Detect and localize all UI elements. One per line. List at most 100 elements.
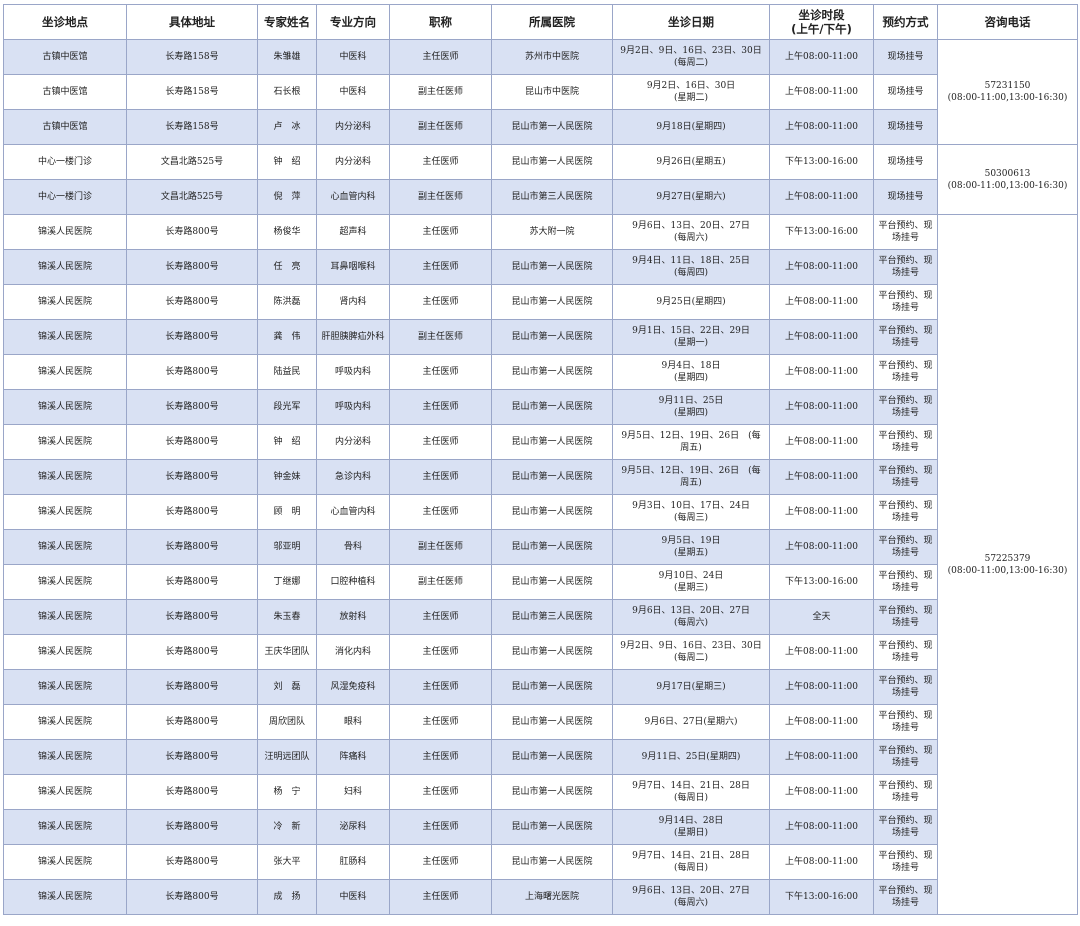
cell-location: 锦溪人民医院 xyxy=(3,809,127,845)
cell-date: 9月5日、12日、19日、26日 (每 周五) xyxy=(612,459,770,495)
cell-booking: 平台预约、现 场挂号 xyxy=(873,389,938,425)
cell-location: 锦溪人民医院 xyxy=(3,284,127,320)
table-row: 锦溪人民医院 长寿路800号 周欣团队 眼科 主任医师 昆山市第一人民医院 9月6日、27日… xyxy=(3,704,1078,740)
table-row: 锦溪人民医院 长寿路800号 王庆华团队 消化内科 主任医师 昆山市第一人民医院 9月2日、… xyxy=(3,634,1078,670)
cell-title: 主任医师 xyxy=(389,144,492,180)
cell-specialty: 耳鼻咽喉科 xyxy=(316,249,390,285)
cell-date: 9月6日、13日、20日、27日 (每周六) xyxy=(612,599,770,635)
cell-booking: 平台预约、现 场挂号 xyxy=(873,634,938,670)
cell-location: 锦溪人民医院 xyxy=(3,389,127,425)
cell-time-slot: 下午13:00-16:00 xyxy=(769,879,874,915)
cell-title: 主任医师 xyxy=(389,214,492,250)
cell-location: 中心一楼门诊 xyxy=(3,179,127,215)
header-hospital: 所属医院 xyxy=(491,4,613,40)
cell-time-slot: 上午08:00-11:00 xyxy=(769,704,874,740)
table-row: 锦溪人民医院 长寿路800号 杨俊华 超声科 主任医师 苏大附一院 9月6日、13日、20日… xyxy=(3,214,1078,915)
cell-date: 9月10日、24日 (星期三) xyxy=(612,564,770,600)
cell-booking: 现场挂号 xyxy=(873,39,938,75)
cell-specialty: 骨科 xyxy=(316,529,390,565)
cell-specialty: 心血管内科 xyxy=(316,179,390,215)
cell-hospital: 昆山市第一人民医院 xyxy=(491,634,613,670)
cell-time-slot: 上午08:00-11:00 xyxy=(769,284,874,320)
cell-address: 长寿路800号 xyxy=(126,739,258,775)
cell-time-slot: 上午08:00-11:00 xyxy=(769,389,874,425)
cell-date: 9月25日(星期四) xyxy=(612,284,770,320)
cell-time-slot: 上午08:00-11:00 xyxy=(769,809,874,845)
cell-time-slot: 下午13:00-16:00 xyxy=(769,144,874,180)
cell-address: 长寿路800号 xyxy=(126,424,258,460)
cell-booking: 平台预约、现 场挂号 xyxy=(873,424,938,460)
cell-location: 古镇中医馆 xyxy=(3,39,127,75)
cell-hospital: 昆山市第一人民医院 xyxy=(491,389,613,425)
cell-booking: 平台预约、现 场挂号 xyxy=(873,739,938,775)
cell-specialty: 心血管内科 xyxy=(316,494,390,530)
cell-address: 文昌北路525号 xyxy=(126,179,258,215)
cell-hospital: 昆山市第一人民医院 xyxy=(491,809,613,845)
cell-specialty: 中医科 xyxy=(316,74,390,110)
cell-expert-name: 任 亮 xyxy=(257,249,317,285)
cell-time-slot: 全天 xyxy=(769,599,874,635)
cell-address: 长寿路800号 xyxy=(126,879,258,915)
cell-address: 长寿路800号 xyxy=(126,249,258,285)
table-row: 锦溪人民医院 长寿路800号 张大平 肛肠科 主任医师 昆山市第一人民医院 9月7日、14日… xyxy=(3,844,1078,880)
cell-expert-name: 朱雏雄 xyxy=(257,39,317,75)
cell-expert-name: 周欣团队 xyxy=(257,704,317,740)
cell-booking: 平台预约、现 场挂号 xyxy=(873,319,938,355)
cell-location: 古镇中医馆 xyxy=(3,109,127,145)
cell-date: 9月2日、9日、16日、23日、30日 (每周二) xyxy=(612,634,770,670)
cell-specialty: 肛肠科 xyxy=(316,844,390,880)
cell-title: 副主任医师 xyxy=(389,109,492,145)
cell-title: 副主任医师 xyxy=(389,179,492,215)
cell-booking: 平台预约、现 场挂号 xyxy=(873,564,938,600)
cell-expert-name: 冷 新 xyxy=(257,809,317,845)
cell-date: 9月2日、9日、16日、23日、30日 (每周二) xyxy=(612,39,770,75)
cell-specialty: 妇科 xyxy=(316,774,390,810)
cell-date: 9月5日、19日 (星期五) xyxy=(612,529,770,565)
table-row: 锦溪人民医院 长寿路800号 陆益民 呼吸内科 主任医师 昆山市第一人民医院 9月4日、18… xyxy=(3,354,1078,390)
cell-hospital: 昆山市第一人民医院 xyxy=(491,494,613,530)
cell-date: 9月7日、14日、21日、28日 (每周日) xyxy=(612,774,770,810)
cell-time-slot: 上午08:00-11:00 xyxy=(769,774,874,810)
cell-time-slot: 上午08:00-11:00 xyxy=(769,739,874,775)
cell-location: 锦溪人民医院 xyxy=(3,494,127,530)
cell-date: 9月5日、12日、19日、26日 (每 周五) xyxy=(612,424,770,460)
table-header-row: 坐诊地点 具体地址 专家姓名 专业方向 职称 所属医院 坐诊日期 坐诊时段 (上午… xyxy=(3,4,1078,40)
cell-address: 长寿路800号 xyxy=(126,284,258,320)
cell-expert-name: 杨俊华 xyxy=(257,214,317,250)
table-row: 锦溪人民医院 长寿路800号 钟金妹 急诊内科 主任医师 昆山市第一人民医院 9月5日、12… xyxy=(3,459,1078,495)
cell-date: 9月14日、28日 (星期日) xyxy=(612,809,770,845)
cell-hospital: 昆山市第一人民医院 xyxy=(491,459,613,495)
cell-date: 9月6日、13日、20日、27日 (每周六) xyxy=(612,214,770,250)
cell-hospital: 昆山市第一人民医院 xyxy=(491,774,613,810)
cell-expert-name: 陈洪磊 xyxy=(257,284,317,320)
cell-title: 主任医师 xyxy=(389,879,492,915)
cell-date: 9月1日、15日、22日、29日 (星期一) xyxy=(612,319,770,355)
cell-specialty: 眼科 xyxy=(316,704,390,740)
cell-specialty: 内分泌科 xyxy=(316,424,390,460)
cell-hospital: 昆山市第一人民医院 xyxy=(491,249,613,285)
cell-date: 9月7日、14日、21日、28日 (每周日) xyxy=(612,844,770,880)
cell-title: 主任医师 xyxy=(389,389,492,425)
cell-title: 主任医师 xyxy=(389,249,492,285)
cell-expert-name: 龚 伟 xyxy=(257,319,317,355)
cell-hospital: 昆山市第一人民医院 xyxy=(491,284,613,320)
cell-title: 主任医师 xyxy=(389,284,492,320)
table-row: 锦溪人民医院 长寿路800号任 亮耳鼻咽喉科 主任医师 昆山市第一人民医院 9月4日、1… xyxy=(3,249,1078,285)
table-row: 锦溪人民医院 长寿路800号顾 明心血管内科 主任医师 昆山市第一人民医院 9月3日、1… xyxy=(3,494,1078,530)
cell-location: 锦溪人民医院 xyxy=(3,214,127,250)
cell-specialty: 肝胆胰脾疝外科 xyxy=(316,319,390,355)
cell-booking: 平台预约、现 场挂号 xyxy=(873,284,938,320)
cell-location: 锦溪人民医院 xyxy=(3,249,127,285)
table-row: 锦溪人民医院 长寿路800号冷 新泌尿科 主任医师 昆山市第一人民医院 9月14日、28… xyxy=(3,809,1078,845)
cell-location: 锦溪人民医院 xyxy=(3,844,127,880)
cell-hospital: 昆山市第一人民医院 xyxy=(491,109,613,145)
cell-address: 长寿路800号 xyxy=(126,214,258,250)
table-row: 古镇中医馆 长寿路158号卢 冰内分泌科 副主任医师 昆山市第一人民医院 9月18日(星… xyxy=(3,109,1078,145)
cell-location: 锦溪人民医院 xyxy=(3,424,127,460)
cell-title: 主任医师 xyxy=(389,39,492,75)
header-specialty: 专业方向 xyxy=(316,4,390,40)
cell-location: 锦溪人民医院 xyxy=(3,879,127,915)
cell-time-slot: 上午08:00-11:00 xyxy=(769,669,874,705)
cell-specialty: 放射科 xyxy=(316,599,390,635)
cell-title: 主任医师 xyxy=(389,739,492,775)
